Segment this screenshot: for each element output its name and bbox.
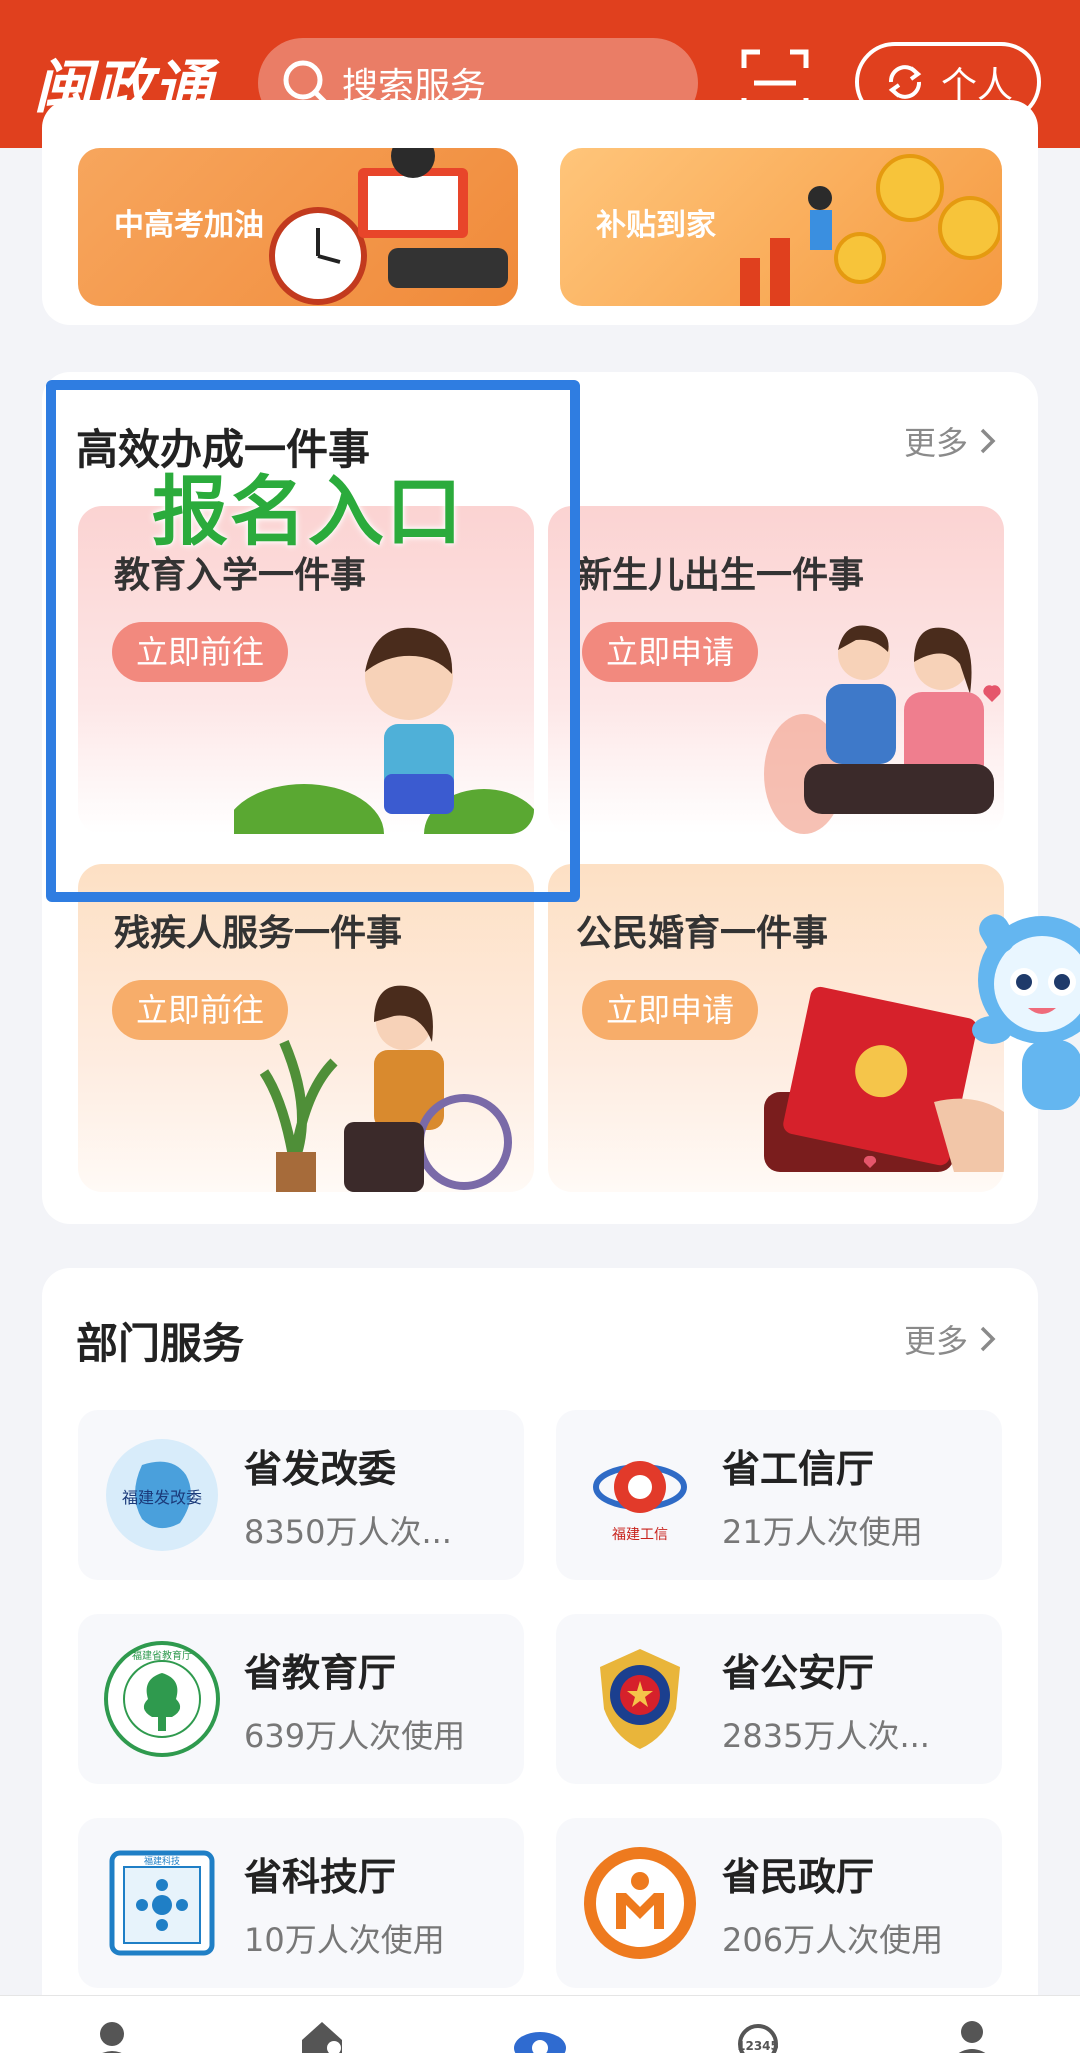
tile-newborn[interactable]: 新生儿出生一件事 立即申请: [548, 506, 1004, 834]
chevron-right-icon: [980, 428, 996, 454]
dept-item-science-tech[interactable]: 福建科技 省科技厅 10万人次使用: [78, 1818, 524, 1988]
running-child-icon: [234, 627, 534, 834]
more-link[interactable]: 更多: [904, 1316, 1000, 1362]
dept-usage: 21万人次使用: [722, 1512, 923, 1551]
banner-exam-support[interactable]: 中高考加油: [78, 148, 518, 306]
dept-usage: 206万人次使用: [722, 1920, 944, 1959]
dept-usage: 10万人次使用: [244, 1920, 445, 1959]
svg-text:12345: 12345: [737, 2039, 779, 2053]
police-emblem-logo: [600, 1649, 680, 1749]
dept-usage: 8350万人次...: [244, 1512, 452, 1551]
location-icon[interactable]: [84, 2018, 140, 2053]
civil-affairs-logo: [584, 1847, 696, 1959]
tile-title: 残疾人服务一件事: [114, 913, 403, 954]
dept-usage: 2835万人次...: [722, 1716, 930, 1755]
bottom-navigation: 12345: [0, 1995, 1080, 2053]
more-label: 更多: [903, 424, 968, 462]
tile-disability-services[interactable]: 残疾人服务一件事 立即前往: [78, 864, 534, 1192]
family-icon: [764, 625, 1001, 834]
dept-item-public-security[interactable]: 省公安厅 2835万人次...: [556, 1614, 1002, 1784]
tile-title: 公民婚育一件事: [576, 913, 829, 954]
dept-name: 省民政厅: [722, 1854, 875, 1899]
dept-name: 省发改委: [244, 1446, 397, 1491]
tile-title: 新生儿出生一件事: [576, 555, 865, 596]
svg-text:福建发改委: 福建发改委: [122, 1488, 202, 1507]
eye-icon[interactable]: [512, 2018, 568, 2053]
svg-text:福建科技: 福建科技: [144, 1855, 180, 1867]
dept-name: 省工信厅: [722, 1446, 875, 1491]
industry-it-logo: 福建工信: [593, 1461, 687, 1543]
dept-name: 省公安厅: [722, 1650, 875, 1695]
svg-text:福建省教育厅: 福建省教育厅: [132, 1649, 192, 1662]
switch-icon: [888, 65, 922, 99]
chevron-right-icon: [980, 1326, 996, 1352]
dept-usage: 639万人次使用: [244, 1716, 466, 1755]
wheelchair-person-icon: [259, 985, 512, 1192]
dept-item-development-reform[interactable]: 福建发改委 省发改委 8350万人次...: [78, 1410, 524, 1580]
reading-person-icon: [358, 148, 508, 288]
dept-item-civil-affairs[interactable]: 省民政厅 206万人次使用: [556, 1818, 1002, 1988]
dept-name: 省科技厅: [244, 1854, 397, 1899]
svg-text:福建工信: 福建工信: [612, 1527, 668, 1543]
banner-subsidy[interactable]: 补贴到家: [560, 148, 1002, 306]
apply-now-button[interactable]: 立即申请: [582, 622, 759, 682]
more-label: 更多: [903, 1322, 968, 1360]
home-icon[interactable]: [294, 2018, 350, 2053]
development-reform-logo: 福建发改委: [106, 1439, 218, 1551]
hotline-12345-icon[interactable]: 12345: [730, 2018, 786, 2053]
dept-item-industry-it[interactable]: 福建工信 省工信厅 21万人次使用: [556, 1410, 1002, 1580]
assistant-mascot-icon[interactable]: [962, 900, 1080, 1120]
dept-item-education[interactable]: 福建省教育厅 省教育厅 639万人次使用: [78, 1614, 524, 1784]
coins-icon: [740, 154, 1000, 306]
banner-title: 中高考加油: [114, 208, 264, 243]
banner-card: 中高考加油 补贴到家: [42, 100, 1038, 325]
profile-icon[interactable]: [944, 2018, 1000, 2053]
apply-now-button[interactable]: 立即申请: [582, 980, 759, 1040]
dept-name: 省教育厅: [244, 1650, 397, 1695]
section-title: 部门服务: [76, 1319, 245, 1368]
banner-title: 补贴到家: [596, 208, 716, 243]
education-dept-logo: 福建省教育厅: [104, 1641, 220, 1757]
enrollment-entry-annotation: 报名入口: [152, 467, 464, 556]
more-link[interactable]: 更多: [904, 418, 1000, 464]
department-services-section: 部门服务 更多 福建发改委 省发改委 8350万人次... 福建工信 省工信厅 …: [42, 1268, 1038, 2028]
tile-marriage-childbirth[interactable]: 公民婚育一件事 立即申请: [548, 864, 1004, 1192]
science-tech-logo: 福建科技: [109, 1850, 215, 1956]
